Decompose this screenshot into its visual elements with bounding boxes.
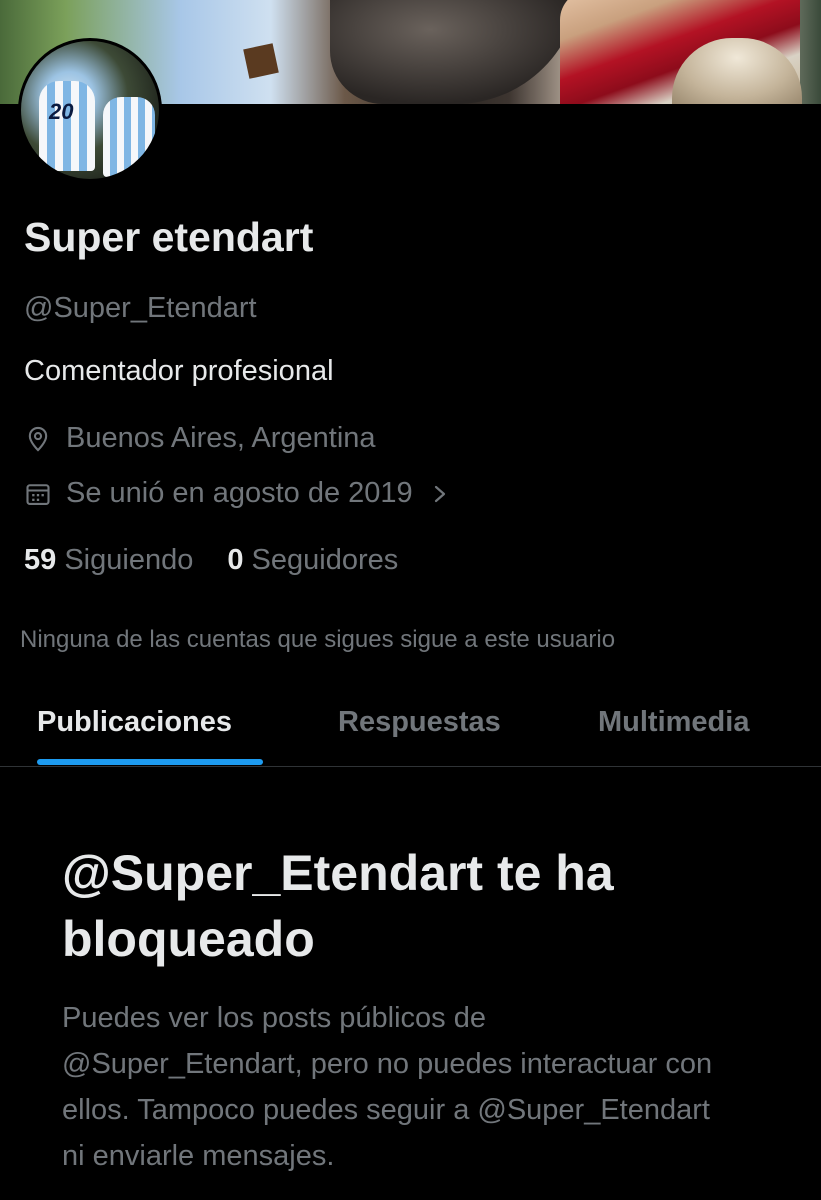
followers-count: 0 [227, 544, 244, 576]
following-label: Siguiendo [64, 544, 194, 576]
following-count: 59 [24, 544, 57, 576]
blocked-title: @Super_Etendart te ha bloqueado [62, 845, 614, 967]
calendar-icon [26, 483, 50, 505]
tab-publicaciones[interactable]: Publicaciones [37, 706, 232, 739]
location-pin-icon [28, 426, 48, 452]
follow-stats: 59 Siguiendo 0 Seguidores [24, 544, 398, 577]
location-row: Buenos Aires, Argentina [24, 422, 376, 455]
joined-text: Se unió en agosto de 2019 [66, 477, 413, 509]
avatar-player-right [103, 97, 155, 177]
banner-flag [243, 43, 279, 79]
mutual-followers-note: Ninguna de las cuentas que sigues sigue … [20, 626, 616, 653]
banner-horse [330, 0, 580, 104]
followers-link[interactable]: 0 Seguidores [227, 544, 398, 576]
display-name: Super etendart [24, 214, 314, 260]
active-tab-indicator [37, 759, 263, 765]
avatar[interactable]: 20 [18, 38, 162, 182]
avatar-jersey-number: 20 [49, 99, 74, 124]
joined-row[interactable]: Se unió en agosto de 2019 [24, 477, 467, 510]
following-link[interactable]: 59 Siguiendo [24, 544, 193, 576]
chevron-right-icon[interactable] [429, 480, 453, 508]
blocked-message: Puedes ver los posts públicos de @Super_… [62, 1002, 713, 1172]
tab-respuestas[interactable]: Respuestas [338, 706, 501, 739]
profile-tabs: Publicaciones Respuestas Multimedia [0, 700, 821, 767]
location-text: Buenos Aires, Argentina [66, 422, 376, 454]
followers-label: Seguidores [251, 544, 399, 576]
tab-multimedia[interactable]: Multimedia [598, 706, 749, 739]
user-handle: @Super_Etendart [24, 292, 257, 324]
bio: Comentador profesional [24, 355, 334, 387]
avatar-player-left [39, 81, 95, 171]
